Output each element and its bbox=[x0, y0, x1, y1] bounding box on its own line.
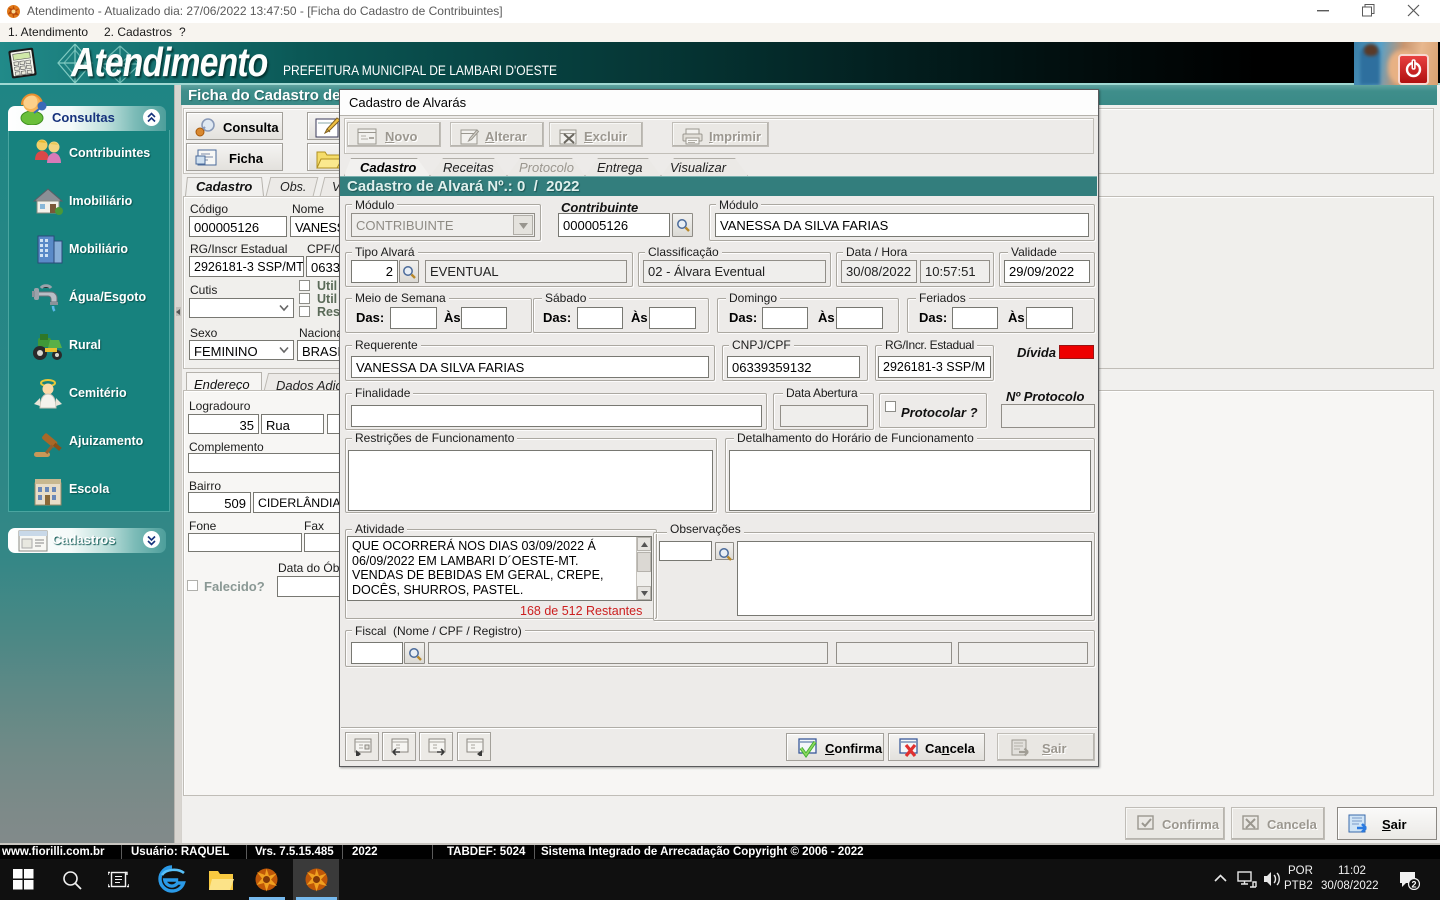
svg-text:2: 2 bbox=[1411, 880, 1416, 890]
